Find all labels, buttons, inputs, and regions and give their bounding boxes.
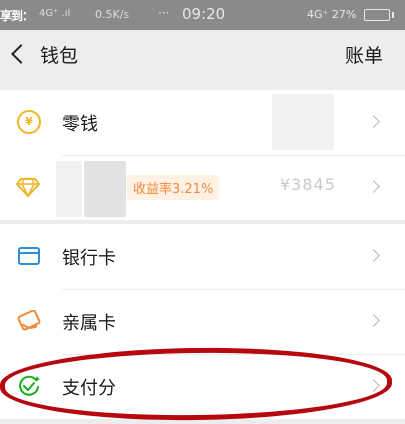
change-row[interactable]: ¥ 零钱: [0, 90, 405, 155]
cards-group: 银行卡 亲属卡 支付分: [0, 224, 405, 419]
chevron-right-icon: [367, 180, 380, 193]
navigation-bar: 钱包 账单: [0, 30, 405, 82]
family-card-icon: [17, 309, 41, 336]
wallet-group: ¥ 零钱 收益率3.21% ¥3845: [0, 90, 405, 220]
pay-score-icon: [17, 375, 41, 401]
battery-icon: [364, 9, 394, 21]
licaitong-amount: ¥3845: [280, 175, 336, 194]
chevron-right-icon: [367, 115, 380, 128]
family-card-row[interactable]: 亲属卡: [0, 289, 405, 354]
page-title: 钱包: [40, 45, 79, 67]
pay-score-label: 支付分: [62, 378, 116, 399]
diamond-icon: [16, 177, 40, 201]
family-card-label: 亲属卡: [62, 313, 116, 334]
blurred-label-left: [56, 161, 82, 217]
status-share-text: 享到：: [0, 9, 34, 23]
chevron-right-icon: [367, 379, 380, 392]
status-time: 09:20: [182, 5, 226, 23]
battery-percent: 4G⁺ 27%: [307, 8, 357, 21]
chevron-right-icon: [367, 314, 380, 327]
signal-icon: 4G⁺ .ıl: [39, 8, 71, 19]
coin-icon: ¥: [17, 110, 41, 134]
chevron-right-icon: [367, 249, 380, 262]
bank-card-icon: [18, 247, 40, 269]
pay-score-row[interactable]: 支付分: [0, 354, 405, 419]
bills-button[interactable]: 账单: [345, 41, 383, 68]
bank-card-label: 银行卡: [62, 248, 116, 269]
status-bar: 享到： 4G⁺ .ıl 0.5K/s ··· 09:20 4G⁺ 27%: [0, 0, 405, 30]
change-label: 零钱: [62, 114, 98, 135]
bank-card-row[interactable]: 银行卡: [0, 224, 405, 289]
licaitong-row[interactable]: 收益率3.21% ¥3845: [0, 155, 405, 220]
back-arrow-icon[interactable]: [11, 44, 31, 64]
blurred-balance: [272, 94, 334, 150]
blurred-label-right: [84, 161, 126, 217]
yield-badge: 收益率3.21%: [127, 175, 220, 200]
more-dots-icon: ···: [158, 6, 170, 20]
network-speed: 0.5K/s: [95, 8, 130, 21]
